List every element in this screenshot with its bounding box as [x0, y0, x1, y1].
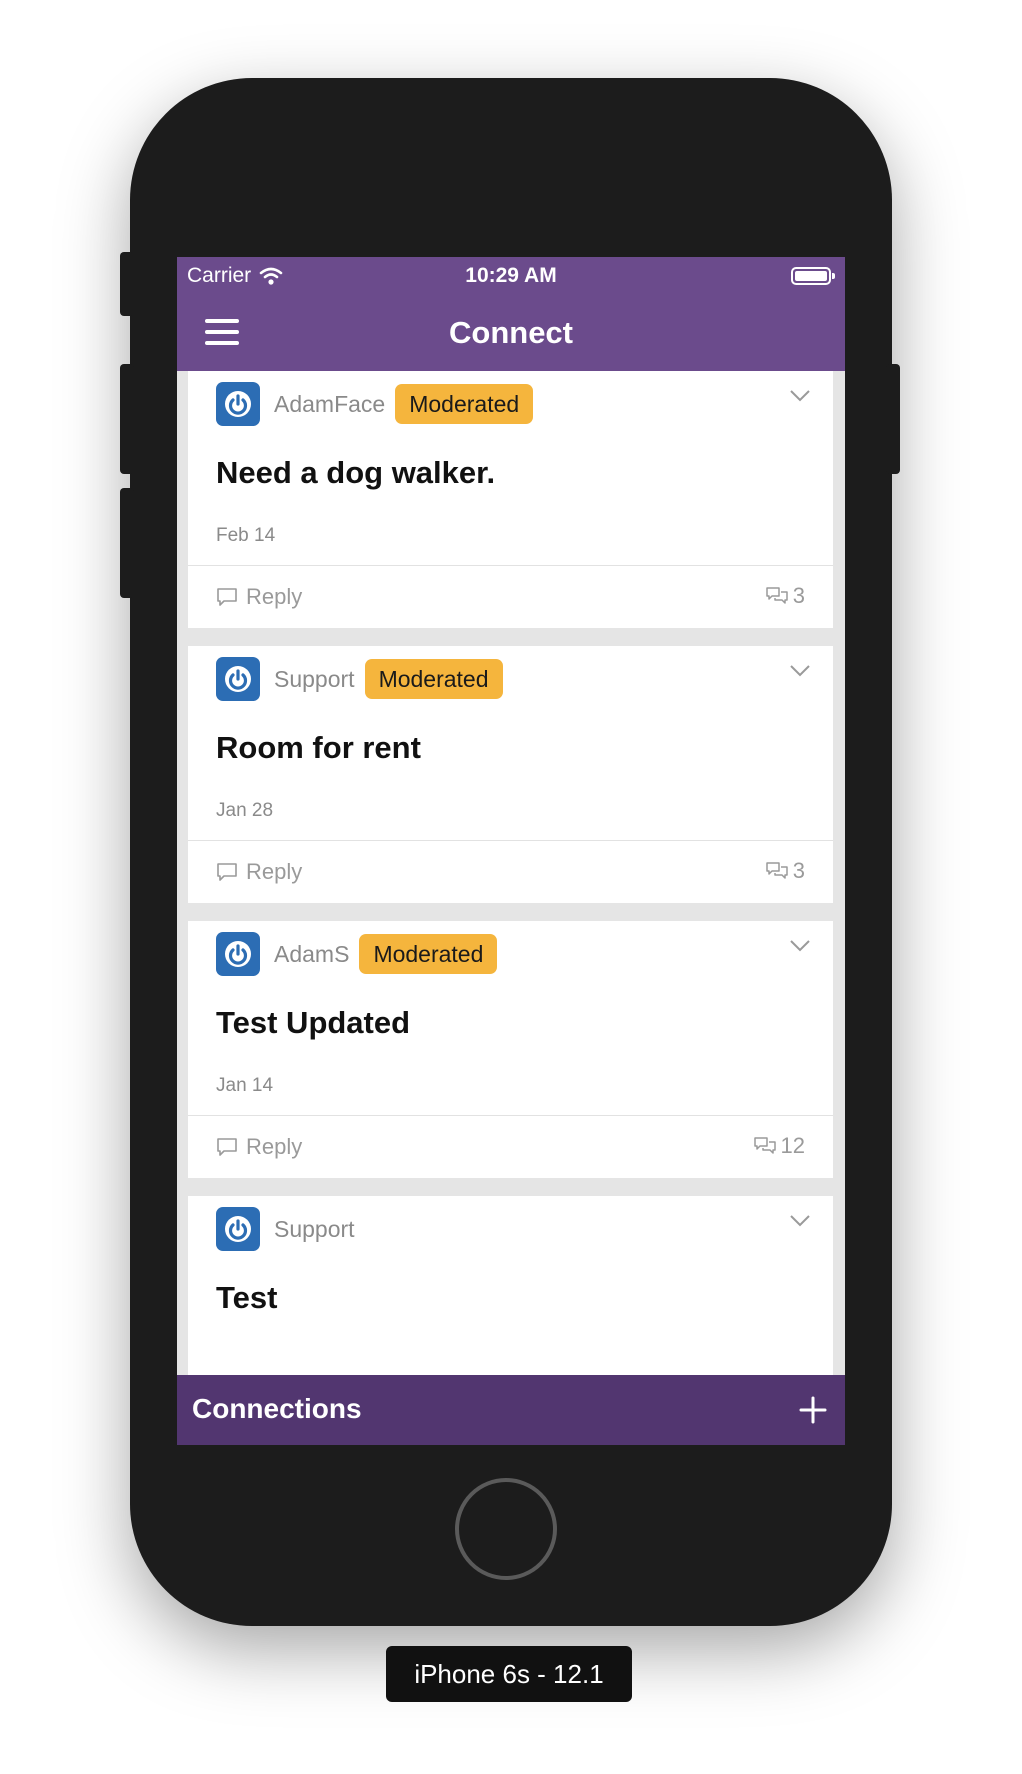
reply-button[interactable]: Reply	[216, 584, 302, 610]
post-card[interactable]: AdamS Moderated Test Updated Jan 14 Repl…	[188, 921, 833, 1178]
post-actions: Reply 3	[188, 565, 833, 628]
post-author[interactable]: Support	[274, 1216, 355, 1243]
moderated-badge: Moderated	[364, 659, 503, 699]
chevron-down-icon[interactable]	[789, 939, 811, 953]
battery-icon	[791, 267, 835, 285]
post-date: Feb 14	[216, 525, 276, 546]
home-button[interactable]	[455, 1478, 557, 1580]
post-title[interactable]: Test	[188, 1262, 833, 1334]
bottom-bar-title[interactable]: Connections	[192, 1393, 362, 1425]
post-title[interactable]: Need a dog walker.	[188, 437, 833, 509]
comment-count-value: 12	[780, 1133, 805, 1158]
battery-level	[795, 271, 827, 281]
reply-button[interactable]: Reply	[216, 1134, 302, 1160]
post-feed[interactable]: AdamFace Moderated Need a dog walker. Fe…	[188, 371, 833, 1408]
app-screen: Carrier 10:29 AM Connect AdamFace Modera…	[177, 257, 845, 1445]
status-bar: Carrier 10:29 AM	[177, 257, 845, 295]
comment-count[interactable]: 3	[765, 583, 805, 609]
power-icon	[216, 382, 260, 426]
comments-icon	[753, 1137, 776, 1154]
comment-count[interactable]: 12	[753, 1133, 805, 1159]
post-title[interactable]: Test Updated	[188, 987, 833, 1059]
speech-bubble-icon	[217, 863, 237, 881]
status-time: 10:29 AM	[465, 264, 557, 287]
speech-bubble-icon	[217, 588, 237, 606]
post-actions: Reply 12	[188, 1115, 833, 1178]
post-date: Jan 28	[216, 800, 274, 821]
volume-down-button	[120, 488, 134, 598]
chevron-down-icon[interactable]	[789, 1214, 811, 1228]
reply-label: Reply	[246, 584, 303, 609]
device-label: iPhone 6s - 12.1	[386, 1646, 632, 1702]
post-actions: Reply 3	[188, 840, 833, 903]
plus-icon[interactable]	[795, 1392, 831, 1428]
speech-bubble-icon	[217, 1138, 237, 1156]
post-card[interactable]: Support Moderated Room for rent Jan 28 R…	[188, 646, 833, 903]
chevron-down-icon[interactable]	[789, 389, 811, 403]
moderated-badge: Moderated	[359, 934, 498, 974]
reply-label: Reply	[246, 1134, 303, 1159]
comments-icon	[766, 862, 788, 879]
mute-switch	[120, 252, 134, 316]
post-card[interactable]: Support Test	[188, 1196, 833, 1390]
post-author[interactable]: AdamFace	[274, 391, 385, 418]
comment-count-value: 3	[792, 858, 805, 883]
post-author[interactable]: AdamS	[274, 941, 349, 968]
power-icon	[216, 932, 260, 976]
post-title[interactable]: Room for rent	[188, 712, 833, 784]
moderated-badge: Moderated	[395, 384, 534, 424]
bottom-bar: Connections	[177, 1375, 845, 1445]
post-header: AdamS Moderated	[188, 921, 833, 987]
post-card[interactable]: AdamFace Moderated Need a dog walker. Fe…	[188, 371, 833, 628]
page-title: Connect	[449, 315, 573, 350]
post-date: Jan 14	[216, 1075, 274, 1096]
post-author[interactable]: Support	[274, 666, 355, 693]
post-header: Support Moderated	[188, 646, 833, 712]
reply-button[interactable]: Reply	[216, 859, 302, 885]
reply-label: Reply	[246, 859, 303, 884]
power-icon	[216, 657, 260, 701]
chevron-down-icon[interactable]	[789, 664, 811, 678]
comment-count-value: 3	[792, 583, 805, 608]
post-header: AdamFace Moderated	[188, 371, 833, 437]
comment-count[interactable]: 3	[765, 858, 805, 884]
power-button	[886, 364, 900, 474]
power-icon	[216, 1207, 260, 1251]
post-header: Support	[188, 1196, 833, 1262]
comments-icon	[766, 587, 788, 604]
nav-bar: Connect	[177, 295, 845, 371]
volume-up-button	[120, 364, 134, 474]
